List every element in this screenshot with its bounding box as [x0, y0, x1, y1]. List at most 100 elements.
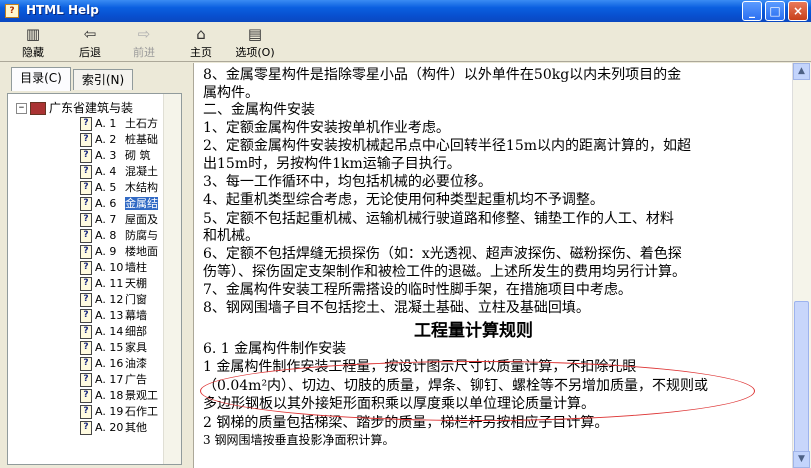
tree-item-label: 景观工 [125, 389, 158, 402]
tree-item-code: A. 3 [95, 149, 117, 162]
tree-item[interactable]: ? A. 4 混凝土 [80, 164, 158, 180]
scroll-up-button[interactable]: ▲ [793, 63, 810, 80]
tree-root-node[interactable]: − 广东省建筑与装 [16, 99, 133, 116]
help-topic-icon: ? [80, 245, 92, 259]
tree-item[interactable]: ? A. 14 细部 [80, 324, 158, 340]
help-topic-icon: ? [80, 213, 92, 227]
content-line: 出15m时，另按构件1km运输子目执行。 [203, 156, 461, 172]
home-button[interactable]: ⌂ 主页 [184, 24, 218, 60]
title-bar: ? HTML Help _ □ × [0, 0, 811, 22]
collapse-icon[interactable]: − [16, 103, 27, 114]
toolbar: ▥ 隐藏 ⇦ 后退 ⇨ 前进 ⌂ 主页 ▤ 选项(O) [0, 22, 811, 62]
help-topic-icon: ? [80, 229, 92, 243]
help-topic-icon: ? [80, 405, 92, 419]
content-line: 4、起重机类型综合考虑，无论使用何种类型起重机均不予调整。 [203, 192, 604, 208]
tree-item-code: A. 17 [95, 373, 124, 386]
tree-item-label: 楼地面 [125, 245, 158, 258]
tree-item-label: 砌 筑 [125, 149, 151, 162]
tree-item[interactable]: ? A. 13 幕墙 [80, 308, 158, 324]
tree-item[interactable]: ? A. 11 天棚 [80, 276, 158, 292]
tree-item-code: A. 16 [95, 357, 124, 370]
back-label: 后退 [79, 46, 101, 59]
forward-button[interactable]: ⇨ 前进 [127, 24, 161, 60]
content-line: 1、定额金属构件安装按单机作业考虑。 [203, 120, 450, 136]
home-icon: ⌂ [196, 25, 206, 43]
tree-item[interactable]: ? A. 5 木结构 [80, 180, 158, 196]
tree-item-list: ? A. 1 土石方? A. 2 桩基础? A. 3 砌 筑? A. 4 混凝土? A. … [80, 116, 158, 436]
tree-item[interactable]: ? A. 18 景观工 [80, 388, 158, 404]
tree-item-label: 广告 [125, 373, 147, 386]
help-topic-icon: ? [80, 421, 92, 435]
tree-item-label: 天棚 [125, 277, 147, 290]
contents-tree: − 广东省建筑与装 ? A. 1 土石方? A. 2 桩基础? A. 3 砌 筑? A. … [7, 93, 182, 465]
content-line: 伤等）、探伤固定支架制作和被检工件的退磁。上述所发生的费用均另行计算。 [203, 264, 686, 280]
book-icon [30, 102, 46, 115]
tree-item[interactable]: ? A. 9 楼地面 [80, 244, 158, 260]
help-topic-icon: ? [80, 165, 92, 179]
tree-item-label: 幕墙 [125, 309, 147, 322]
tree-item[interactable]: ? A. 1 土石方 [80, 116, 158, 132]
tree-item-label: 油漆 [125, 357, 147, 370]
tree-item-code: A. 4 [95, 165, 117, 178]
scroll-thumb[interactable] [794, 301, 809, 457]
content-scrollbar[interactable]: ▲ ▼ [792, 63, 811, 468]
tree-item[interactable]: ? A. 15 家具 [80, 340, 158, 356]
tree-item[interactable]: ? A. 16 油漆 [80, 356, 158, 372]
options-button[interactable]: ▤ 选项(O) [230, 24, 280, 60]
help-topic-icon: ? [80, 357, 92, 371]
tree-item-code: A. 8 [95, 229, 117, 242]
help-topic-icon: ? [80, 293, 92, 307]
options-label: 选项(O) [235, 46, 275, 59]
help-topic-icon: ? [80, 133, 92, 147]
home-label: 主页 [190, 46, 212, 59]
tree-item-label: 门窗 [125, 293, 147, 306]
tree-item-code: A. 2 [95, 133, 117, 146]
maximize-button[interactable]: □ [765, 1, 785, 21]
hide-button[interactable]: ▥ 隐藏 [16, 24, 50, 60]
help-topic-icon: ? [80, 197, 92, 211]
tree-item-code: A. 19 [95, 405, 124, 418]
tab-contents[interactable]: 目录(C) [11, 67, 71, 91]
tree-item[interactable]: ? A. 10 墙柱 [80, 260, 158, 276]
close-button[interactable]: × [788, 1, 808, 21]
scroll-down-button[interactable]: ▼ [793, 451, 810, 468]
tree-item-code: A. 12 [95, 293, 124, 306]
help-topic-icon: ? [80, 341, 92, 355]
navigation-pane: 目录(C) 索引(N) − 广东省建筑与装 ? A. 1 土石方? A. 2 桩基础?… [3, 66, 186, 466]
tree-item-label: 桩基础 [125, 133, 158, 146]
tree-item-label: 家具 [125, 341, 147, 354]
help-topic-icon: ? [80, 277, 92, 291]
forward-label: 前进 [133, 46, 155, 59]
tree-scrollbar[interactable] [163, 94, 181, 464]
minimize-button[interactable]: _ [742, 1, 762, 21]
tree-item-label: 细部 [125, 325, 147, 338]
help-topic-icon: ? [80, 325, 92, 339]
tree-item-code: A. 5 [95, 181, 117, 194]
tree-item[interactable]: ? A. 7 屋面及 [80, 212, 158, 228]
content-line: 3、每一工作循环中，均包括机械的必要位移。 [203, 174, 492, 190]
tree-item-code: A. 14 [95, 325, 124, 338]
tree-item[interactable]: ? A. 17 广告 [80, 372, 158, 388]
tab-index[interactable]: 索引(N) [73, 69, 133, 90]
content-line: 8、钢网围墙子目不包括挖土、混凝土基础、立柱及基础回填。 [203, 300, 590, 316]
rule-line: 1 金属构件制作安装工程量，按设计图示尺寸以质量计算，不扣除孔眼 [203, 359, 637, 375]
help-topic-icon: ? [80, 149, 92, 163]
content-line: 2、定额金属构件安装按机械起吊点中心回转半径15m以内的距离计算的，如超 [203, 138, 691, 154]
tree-item-label: 其他 [125, 421, 147, 434]
tree-item-code: A. 1 [95, 117, 117, 130]
section-title: 6. 1 金属构件制作安装 [203, 341, 347, 357]
tree-item[interactable]: ? A. 8 防腐与 [80, 228, 158, 244]
tree-item[interactable]: ? A. 12 门窗 [80, 292, 158, 308]
content-line: 6、定额不包括焊缝无损探伤（如：x光透视、超声波探伤、磁粉探伤、着色探 [203, 246, 682, 262]
tree-item[interactable]: ? A. 2 桩基础 [80, 132, 158, 148]
tree-item-label: 石作工 [125, 405, 158, 418]
rule-line: 3 钢网围墙按垂直投影净面积计算。 [203, 433, 395, 447]
tree-item[interactable]: ? A. 20 其他 [80, 420, 158, 436]
tree-item-label: 木结构 [125, 181, 158, 194]
tree-item[interactable]: ? A. 6 金属结 [80, 196, 158, 212]
tree-item[interactable]: ? A. 19 石作工 [80, 404, 158, 420]
tree-item-label: 土石方 [125, 117, 158, 130]
back-button[interactable]: ⇦ 后退 [73, 24, 107, 60]
tree-item-code: A. 9 [95, 245, 117, 258]
tree-item[interactable]: ? A. 3 砌 筑 [80, 148, 158, 164]
